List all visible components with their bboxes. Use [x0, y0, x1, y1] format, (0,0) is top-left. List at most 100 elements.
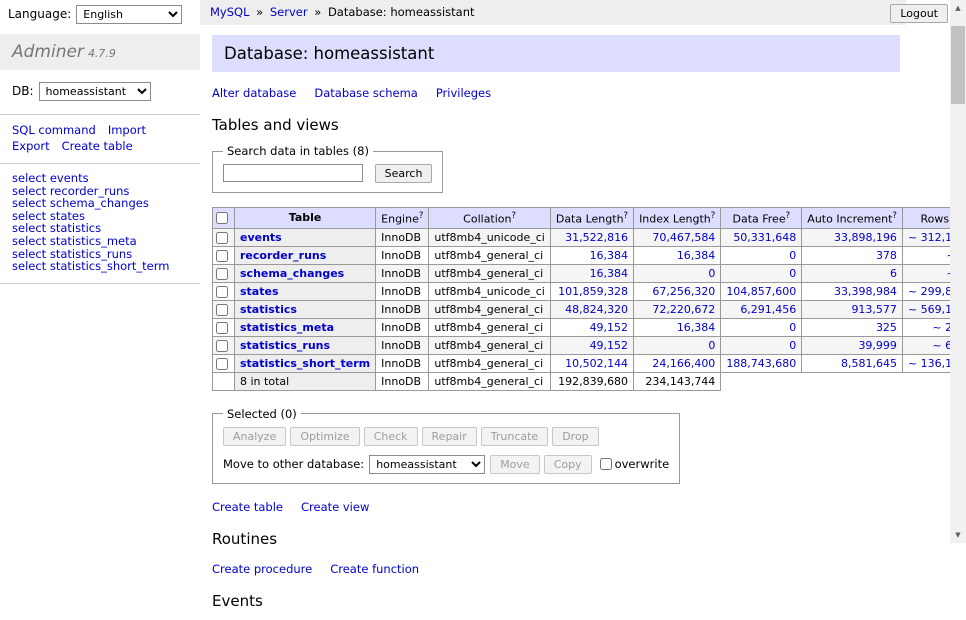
- data-length-link[interactable]: 49,152: [590, 339, 629, 352]
- link-create-view[interactable]: Create view: [301, 500, 369, 514]
- auto-increment-link[interactable]: 913,577: [851, 303, 897, 316]
- vertical-scrollbar[interactable]: ▲ ▼: [950, 0, 966, 543]
- row-checkbox-cell: [213, 336, 235, 354]
- bulk-drop-button[interactable]: Drop: [552, 427, 598, 446]
- move-button[interactable]: Move: [490, 455, 540, 474]
- breadcrumb-separator: »: [253, 5, 267, 19]
- data-length-link[interactable]: 16,384: [590, 249, 629, 262]
- data-length-link[interactable]: 16,384: [590, 267, 629, 280]
- help-icon[interactable]: ?: [786, 211, 791, 221]
- index-length-link[interactable]: 16,384: [677, 321, 716, 334]
- row-checkbox[interactable]: [216, 304, 228, 316]
- link-database-schema[interactable]: Database schema: [314, 86, 417, 100]
- cell-table-name: states: [235, 282, 376, 300]
- link-create-table[interactable]: Create table: [212, 500, 283, 514]
- select-link-statistics-short-term[interactable]: select: [12, 259, 46, 273]
- auto-increment-link[interactable]: 8,581,645: [841, 357, 897, 370]
- bulk-optimize-button[interactable]: Optimize: [290, 427, 359, 446]
- overwrite-checkbox[interactable]: [600, 458, 612, 470]
- data-free-link[interactable]: 104,857,600: [726, 285, 796, 298]
- row-checkbox[interactable]: [216, 340, 228, 352]
- bulk-analyze-button[interactable]: Analyze: [223, 427, 286, 446]
- logout-button[interactable]: Logout: [890, 4, 948, 23]
- data-free-link[interactable]: 0: [789, 267, 796, 280]
- sidebar-link-create-table[interactable]: Create table: [62, 139, 133, 153]
- move-label: Move to other database:: [223, 457, 364, 471]
- table-name-link[interactable]: recorder_runs: [240, 249, 326, 262]
- language-label: Language:: [8, 7, 71, 21]
- row-checkbox[interactable]: [216, 358, 228, 370]
- table-name-link[interactable]: statistics_meta: [240, 321, 334, 334]
- index-length-link[interactable]: 67,256,320: [652, 285, 715, 298]
- app-name[interactable]: Adminer: [12, 42, 84, 62]
- cell-empty: [213, 372, 235, 390]
- breadcrumb-link-server[interactable]: Server: [270, 5, 308, 19]
- auto-increment-link[interactable]: 325: [876, 321, 897, 334]
- index-length-link[interactable]: 24,166,400: [652, 357, 715, 370]
- auto-increment-link[interactable]: 33,898,196: [834, 231, 897, 244]
- db-select[interactable]: homeassistant: [39, 82, 151, 101]
- breadcrumb-link-mysql[interactable]: MySQL: [210, 5, 250, 19]
- scrollbar-down-arrow-icon[interactable]: ▼: [950, 527, 966, 543]
- link-alter-database[interactable]: Alter database: [212, 86, 296, 100]
- index-length-link[interactable]: 72,220,672: [652, 303, 715, 316]
- select-all-checkbox[interactable]: [216, 212, 228, 224]
- table-link-statistics-short-term[interactable]: statistics_short_term: [50, 259, 170, 273]
- table-name-link[interactable]: schema_changes: [240, 267, 344, 280]
- index-length-link[interactable]: 16,384: [677, 249, 716, 262]
- table-name-link[interactable]: events: [240, 231, 282, 244]
- help-icon[interactable]: ?: [892, 211, 897, 221]
- data-free-link[interactable]: 50,331,648: [733, 231, 796, 244]
- link-create-procedure[interactable]: Create procedure: [212, 562, 312, 576]
- help-icon[interactable]: ?: [512, 211, 517, 221]
- table-name-link[interactable]: statistics_short_term: [240, 357, 370, 370]
- table-name-link[interactable]: statistics_runs: [240, 339, 330, 352]
- index-length-link[interactable]: 0: [708, 339, 715, 352]
- search-input[interactable]: [223, 164, 363, 182]
- index-length-link[interactable]: 0: [708, 267, 715, 280]
- row-checkbox[interactable]: [216, 232, 228, 244]
- data-length-link[interactable]: 48,824,320: [565, 303, 628, 316]
- move-db-select[interactable]: homeassistant: [369, 455, 485, 474]
- table-name-link[interactable]: states: [240, 285, 279, 298]
- row-checkbox[interactable]: [216, 268, 228, 280]
- link-privileges[interactable]: Privileges: [436, 86, 491, 100]
- data-length-link[interactable]: 10,502,144: [565, 357, 628, 370]
- data-free-link[interactable]: 0: [789, 249, 796, 262]
- help-icon[interactable]: ?: [711, 211, 716, 221]
- data-length-link[interactable]: 49,152: [590, 321, 629, 334]
- row-checkbox[interactable]: [216, 286, 228, 298]
- index-length-link[interactable]: 70,467,584: [652, 231, 715, 244]
- cell-engine: InnoDB: [376, 228, 429, 246]
- auto-increment-link[interactable]: 33,398,984: [834, 285, 897, 298]
- row-checkbox[interactable]: [216, 250, 228, 262]
- table-name-link[interactable]: statistics: [240, 303, 297, 316]
- help-icon[interactable]: ?: [419, 211, 424, 221]
- db-label: DB:: [12, 84, 34, 98]
- scrollbar-up-arrow-icon[interactable]: ▲: [950, 0, 966, 16]
- row-checkbox[interactable]: [216, 322, 228, 334]
- cell-data-length-total: 192,839,680: [550, 372, 633, 390]
- language-select[interactable]: English: [76, 5, 182, 24]
- search-button[interactable]: Search: [375, 164, 433, 183]
- cell-index-length: 24,166,400: [634, 354, 721, 372]
- bulk-check-button[interactable]: Check: [364, 427, 418, 446]
- data-length-link[interactable]: 31,522,816: [565, 231, 628, 244]
- help-icon[interactable]: ?: [624, 211, 629, 221]
- copy-button[interactable]: Copy: [544, 455, 592, 474]
- bulk-truncate-button[interactable]: Truncate: [481, 427, 548, 446]
- auto-increment-link[interactable]: 6: [890, 267, 897, 280]
- data-length-link[interactable]: 101,859,328: [558, 285, 628, 298]
- data-free-link[interactable]: 6,291,456: [740, 303, 796, 316]
- bulk-repair-button[interactable]: Repair: [422, 427, 477, 446]
- scrollbar-thumb[interactable]: [951, 26, 965, 104]
- data-free-link[interactable]: 188,743,680: [726, 357, 796, 370]
- auto-increment-link[interactable]: 378: [876, 249, 897, 262]
- sidebar-link-import[interactable]: Import: [108, 123, 146, 137]
- link-create-function[interactable]: Create function: [330, 562, 419, 576]
- sidebar-link-sql-command[interactable]: SQL command: [12, 123, 96, 137]
- sidebar-link-export[interactable]: Export: [12, 139, 50, 153]
- auto-increment-link[interactable]: 39,999: [858, 339, 897, 352]
- data-free-link[interactable]: 0: [789, 339, 796, 352]
- data-free-link[interactable]: 0: [789, 321, 796, 334]
